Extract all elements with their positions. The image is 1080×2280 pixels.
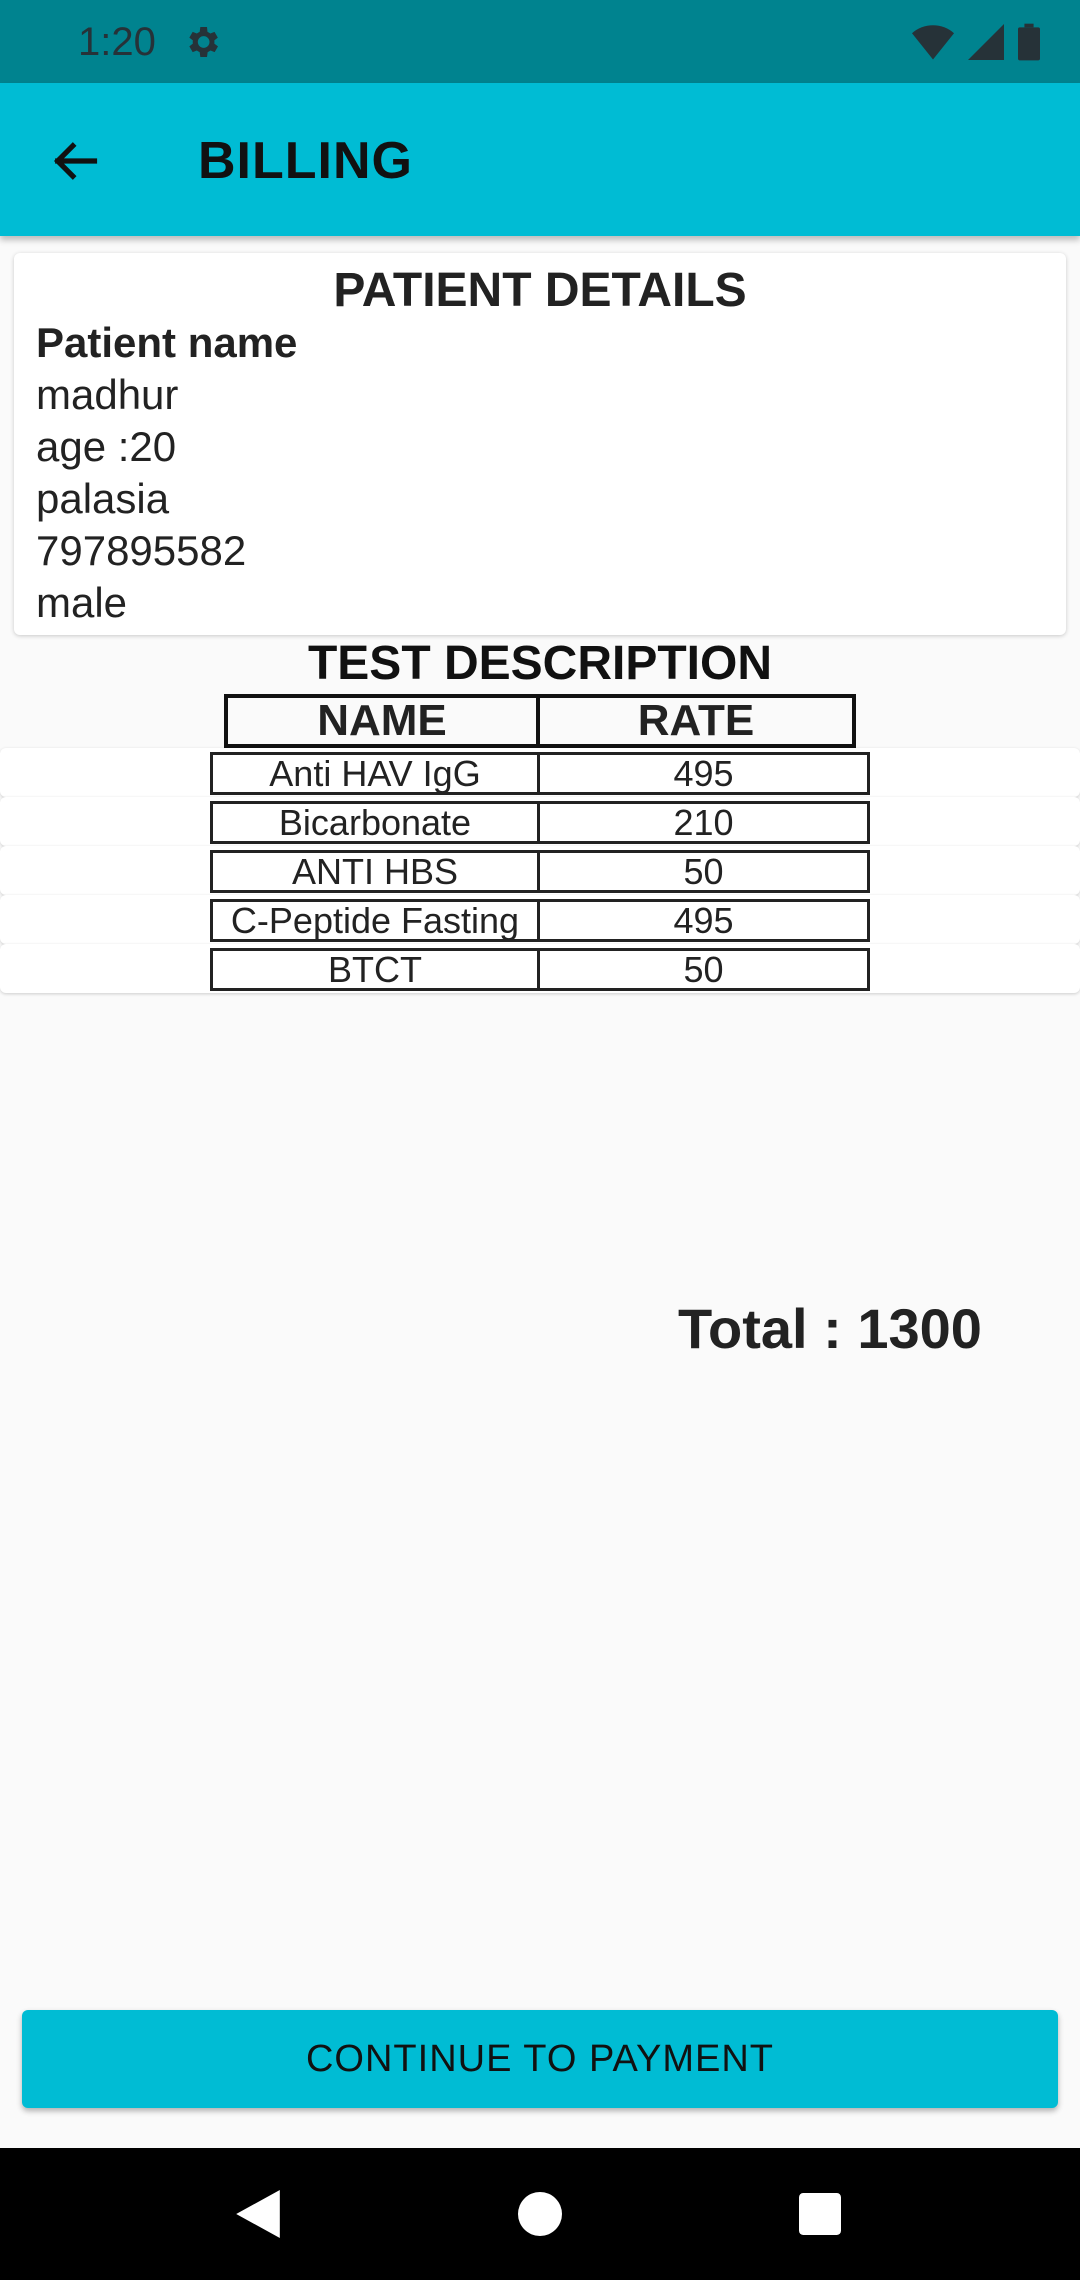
back-triangle-icon (236, 2190, 280, 2238)
wifi-icon (912, 25, 954, 60)
column-header-rate: RATE (637, 696, 755, 745)
column-header-name: NAME (228, 696, 540, 745)
test-rate: 495 (673, 902, 734, 939)
back-button[interactable] (40, 126, 110, 196)
patient-name-label: Patient name (36, 319, 298, 366)
total-amount: Total : 1300 (678, 1297, 982, 1360)
test-name: Bicarbonate (213, 804, 540, 841)
table-row[interactable]: BTCT 50 (0, 944, 1080, 993)
table-row[interactable]: C-Peptide Fasting 495 (0, 895, 1080, 944)
patient-phone: 797895582 (36, 527, 247, 574)
continue-to-payment-button[interactable]: CONTINUE TO PAYMENT (22, 2010, 1058, 2108)
recents-square-icon (799, 2193, 841, 2235)
test-rate: 50 (683, 951, 724, 988)
row-table: ANTI HBS 50 (210, 850, 870, 893)
status-time: 1:20 (78, 20, 156, 64)
battery-icon (1018, 23, 1040, 61)
patient-details-heading: PATIENT DETAILS (333, 264, 747, 317)
row-table: Anti HAV IgG 495 (210, 752, 870, 795)
test-rate: 210 (673, 804, 734, 841)
row-table: Bicarbonate 210 (210, 801, 870, 844)
patient-gender: male (36, 579, 128, 626)
patient-name: madhur (36, 371, 179, 418)
patient-address: palasia (36, 475, 170, 522)
test-list: Anti HAV IgG 495 Bicarbonate 210 ANTI HB… (0, 748, 1080, 993)
status-icons (912, 22, 1040, 62)
gear-icon (189, 27, 218, 57)
table-row[interactable]: Anti HAV IgG 495 (0, 748, 1080, 797)
navigation-bar (0, 2148, 1080, 2280)
nav-back-button[interactable] (228, 2184, 288, 2244)
test-name: C-Peptide Fasting (213, 902, 540, 939)
row-table: C-Peptide Fasting 495 (210, 899, 870, 942)
arrow-left-icon (53, 142, 98, 180)
row-table: BTCT 50 (210, 948, 870, 991)
patient-details-card: PATIENT DETAILS Patient name madhur age … (14, 253, 1066, 635)
billing-screen: 1:20 BILLING PATIENT DETAILS Patient nam… (0, 0, 1080, 2280)
test-name: BTCT (213, 951, 540, 988)
test-rate: 495 (673, 755, 734, 792)
test-name: ANTI HBS (213, 853, 540, 890)
table-row[interactable]: Bicarbonate 210 (0, 797, 1080, 846)
test-rate: 50 (683, 853, 724, 890)
app-bar: BILLING (0, 83, 1080, 236)
status-bar: 1:20 (0, 0, 1080, 83)
signal-icon (968, 24, 1004, 60)
test-name: Anti HAV IgG (213, 755, 540, 792)
table-row[interactable]: ANTI HBS 50 (0, 846, 1080, 895)
page-title: BILLING (198, 132, 413, 190)
test-description-heading: TEST DESCRIPTION (307, 637, 773, 690)
test-table-header: NAME RATE (224, 694, 856, 748)
nav-home-button[interactable] (510, 2184, 570, 2244)
nav-recents-button[interactable] (790, 2184, 850, 2244)
patient-age: age :20 (36, 423, 177, 470)
home-circle-icon (518, 2192, 562, 2236)
